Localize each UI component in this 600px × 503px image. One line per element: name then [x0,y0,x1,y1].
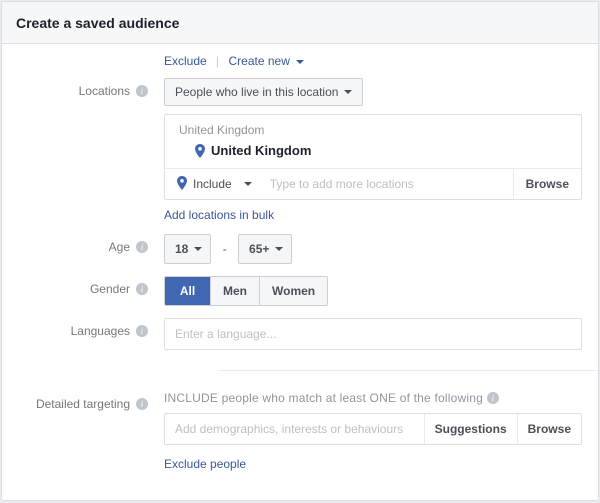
row-languages: Languages i [2,312,598,356]
gender-toggle-group: All Men Women [164,276,328,306]
info-icon[interactable]: i [136,325,148,337]
exclude-custom-audience-link[interactable]: Exclude [164,54,207,68]
row-detailed-targeting: Detailed targeting i INCLUDE people who … [2,385,598,477]
label-age: Age i [2,234,148,254]
location-scope-value: People who live in this location [175,85,338,99]
create-new-label: Create new [229,54,290,68]
exclude-people-link[interactable]: Exclude people [164,457,582,471]
chevron-down-icon [296,60,304,64]
create-new-dropdown[interactable]: Create new [229,54,305,68]
row-gender: Gender i All Men Women [2,270,598,312]
location-scope-dropdown[interactable]: People who live in this location [164,78,363,106]
modal-body: Exclude | Create new Locations i People … [2,44,598,500]
map-pin-icon [195,144,205,158]
label-languages: Languages i [2,318,148,338]
detailed-targeting-include-heading: INCLUDE people who match at least ONE of… [164,391,582,405]
age-min-dropdown[interactable]: 18 [164,234,211,264]
include-label: Include [193,177,232,191]
browse-targeting-button[interactable]: Browse [517,414,581,444]
label-detailed-targeting: Detailed targeting i [2,391,148,411]
row-locations: Locations i People who live in this loca… [2,72,598,228]
browse-locations-button[interactable]: Browse [513,169,581,199]
custom-audience-top-links: Exclude | Create new [164,44,598,72]
languages-input[interactable] [164,318,582,350]
info-icon[interactable]: i [136,85,148,97]
label-locations: Locations i [2,78,148,98]
info-icon[interactable]: i [487,392,499,404]
location-region-heading: United Kingdom [165,115,581,139]
gender-women-button[interactable]: Women [260,277,327,305]
map-pin-icon [177,176,187,193]
gender-men-button[interactable]: Men [211,277,260,305]
info-icon[interactable]: i [136,283,148,295]
age-max-dropdown[interactable]: 65+ [238,234,292,264]
info-icon[interactable]: i [136,398,148,410]
section-divider [218,370,598,371]
detailed-targeting-box: Suggestions Browse [164,413,582,445]
age-min-value: 18 [175,242,188,256]
chevron-down-icon [275,247,283,251]
location-country-item[interactable]: United Kingdom [165,139,581,168]
row-age: Age i 18 - 65+ [2,228,598,270]
detailed-targeting-input[interactable] [165,414,424,444]
location-input[interactable] [264,169,513,199]
locations-box: United Kingdom United Kingdom Include [164,114,582,200]
location-input-row: Include Browse [165,168,581,199]
info-icon[interactable]: i [136,241,148,253]
suggestions-button[interactable]: Suggestions [424,414,517,444]
chevron-down-icon [244,182,252,186]
gender-all-button[interactable]: All [165,277,211,305]
modal-header: Create a saved audience [2,2,598,44]
label-gender: Gender i [2,276,148,296]
create-audience-modal: Create a saved audience Exclude | Create… [1,1,599,501]
age-max-value: 65+ [249,242,269,256]
page-title: Create a saved audience [16,15,179,31]
include-exclude-dropdown[interactable]: Include [165,169,264,199]
age-range-separator: - [223,242,227,256]
chevron-down-icon [194,247,202,251]
chevron-down-icon [344,90,352,94]
add-locations-bulk-link[interactable]: Add locations in bulk [164,208,582,222]
separator: | [216,54,219,68]
location-country-name: United Kingdom [211,143,311,158]
